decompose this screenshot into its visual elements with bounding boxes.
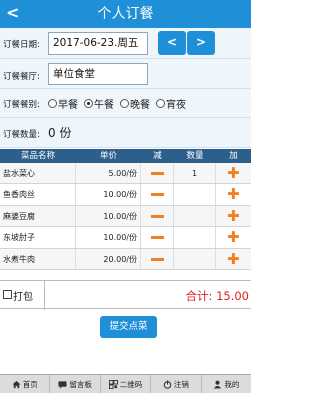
nav-home[interactable]: 首页	[0, 375, 51, 393]
plus-button[interactable]: ✚	[216, 163, 251, 183]
dish-name: 水煮牛肉	[0, 248, 76, 269]
table-row: 东坡肘子 10.00/份 ✚	[0, 227, 251, 249]
canteen-label: 订餐餐厅:	[3, 72, 40, 82]
date-row: 订餐日期: 2017-06-23.周五 < >	[0, 28, 251, 59]
plus-icon: ✚	[227, 164, 240, 182]
meal-type-radios: 早餐 午餐 晚餐 宵夜	[48, 96, 186, 111]
total-amount: 合计: 15.00	[185, 289, 249, 303]
minus-icon	[151, 193, 164, 197]
meal-type-label: 订餐餐别:	[3, 100, 40, 110]
minus-button[interactable]	[141, 248, 174, 269]
minus-button[interactable]	[141, 227, 174, 248]
quantity-label: 订餐数量:	[3, 130, 40, 140]
divider	[44, 281, 45, 310]
user-icon	[214, 380, 222, 389]
page-title: 个人订餐	[97, 6, 154, 22]
dish-name: 麻婆豆腐	[0, 205, 76, 227]
plus-button[interactable]: ✚	[216, 249, 251, 269]
col-price: 单价	[99, 151, 117, 161]
radio-circle-icon	[48, 99, 57, 108]
table-header: 菜品名称 单价 减 数量 加	[0, 149, 251, 163]
submit-order-button[interactable]: 提交点菜	[100, 316, 157, 338]
minus-icon	[151, 214, 164, 218]
dish-count	[174, 227, 216, 248]
dish-count	[174, 184, 216, 205]
bottom-nav: 首页 留言板 二维码 注销 我的	[0, 374, 251, 393]
plus-button[interactable]: ✚	[216, 227, 251, 247]
pack-label: 打包	[13, 292, 33, 303]
pack-row: 打包 合计: 15.00	[0, 280, 251, 310]
nav-logout[interactable]: 注销	[151, 375, 202, 393]
plus-icon: ✚	[227, 185, 240, 204]
radio-dinner[interactable]: 晚餐	[120, 96, 150, 111]
quantity-value: 0 份	[48, 126, 72, 140]
minus-icon	[151, 257, 164, 261]
date-label: 订餐日期:	[3, 40, 40, 50]
dish-price: 10.00/份	[76, 184, 141, 205]
radio-breakfast[interactable]: 早餐	[48, 96, 78, 111]
app-header: < 个人订餐	[0, 0, 251, 28]
pack-checkbox[interactable]	[3, 290, 12, 299]
dish-price: 10.00/份	[76, 227, 141, 248]
quantity-row: 订餐数量: 0 份	[0, 118, 251, 148]
table-row: 水煮牛肉 20.00/份 ✚	[0, 248, 251, 270]
canteen-select[interactable]: 单位食堂	[48, 63, 148, 85]
plus-button[interactable]: ✚	[216, 206, 251, 226]
plus-icon: ✚	[227, 228, 240, 247]
meal-type-row: 订餐餐别: 早餐 午餐 晚餐 宵夜	[0, 89, 251, 118]
dish-price: 20.00/份	[76, 248, 141, 269]
next-date-button[interactable]: >	[187, 31, 215, 55]
dish-count: 1	[174, 163, 216, 184]
plus-icon: ✚	[227, 206, 240, 225]
radio-late-night[interactable]: 宵夜	[156, 96, 186, 111]
prev-date-button[interactable]: <	[158, 31, 186, 55]
dish-name: 东坡肘子	[0, 227, 76, 248]
col-plus: 加	[229, 151, 238, 161]
dish-price: 10.00/份	[76, 205, 141, 227]
canteen-row: 订餐餐厅: 单位食堂	[0, 59, 251, 89]
home-icon	[12, 380, 21, 388]
minus-icon	[151, 236, 164, 240]
dish-name: 鱼香肉丝	[0, 184, 76, 205]
minus-button[interactable]	[141, 205, 174, 227]
radio-circle-icon	[120, 99, 129, 108]
col-minus: 减	[153, 151, 162, 161]
minus-button[interactable]	[141, 163, 174, 184]
plus-icon: ✚	[227, 249, 240, 268]
dish-count	[174, 248, 216, 269]
dish-name: 盐水菜心	[0, 163, 76, 184]
radio-selected-icon	[84, 99, 93, 108]
plus-button[interactable]: ✚	[216, 184, 251, 204]
nav-qrcode[interactable]: 二维码	[101, 375, 152, 393]
radio-circle-icon	[156, 99, 165, 108]
nav-message-board[interactable]: 留言板	[50, 375, 101, 393]
table-row: 麻婆豆腐 10.00/份 ✚	[0, 205, 251, 228]
menu-table: 菜品名称 单价 减 数量 加 盐水菜心 5.00/份 1 ✚ 鱼香肉丝 10.0…	[0, 149, 251, 270]
qrcode-icon	[108, 379, 118, 389]
date-field[interactable]: 2017-06-23.周五	[48, 32, 148, 55]
minus-icon	[151, 172, 164, 175]
dish-price: 5.00/份	[76, 163, 141, 184]
table-row: 鱼香肉丝 10.00/份 ✚	[0, 184, 251, 206]
nav-mine[interactable]: 我的	[202, 375, 251, 393]
message-icon	[58, 380, 67, 389]
radio-lunch[interactable]: 午餐	[84, 96, 114, 111]
table-body: 盐水菜心 5.00/份 1 ✚ 鱼香肉丝 10.00/份 ✚ 麻婆豆腐 10.0…	[0, 163, 251, 270]
col-dish-name: 菜品名称	[20, 151, 55, 161]
minus-button[interactable]	[141, 184, 174, 205]
dish-count	[174, 205, 216, 227]
col-count: 数量	[186, 151, 204, 161]
table-row: 盐水菜心 5.00/份 1 ✚	[0, 163, 251, 185]
logout-icon	[163, 379, 172, 389]
